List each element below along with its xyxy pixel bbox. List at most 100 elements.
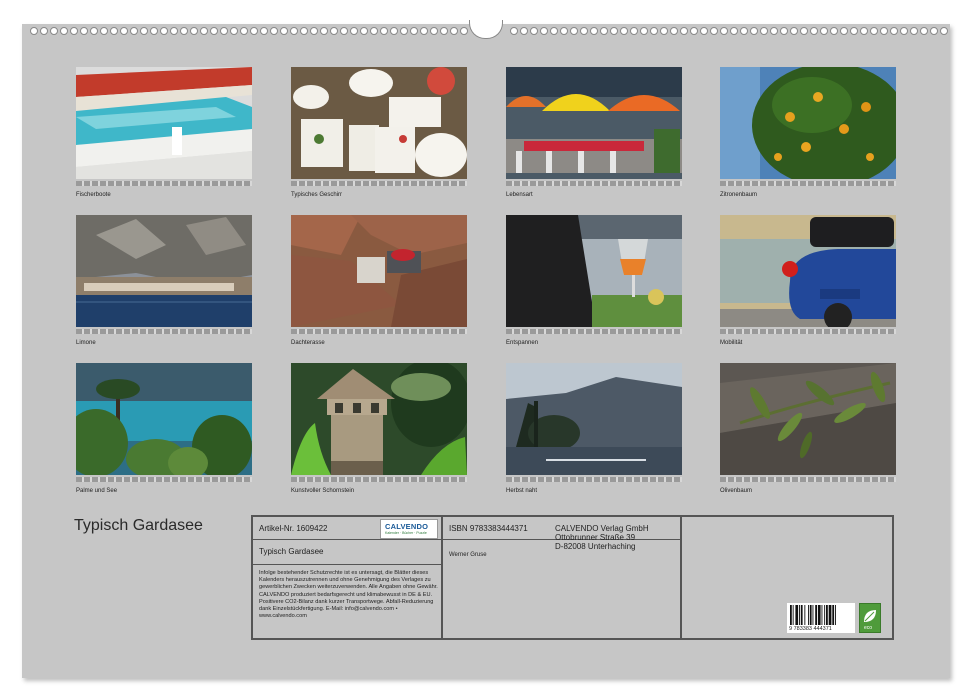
binding-ring — [200, 27, 208, 35]
caption: Limone — [76, 340, 96, 346]
photo-autumn-lake — [506, 363, 682, 475]
photo-vespa — [720, 215, 896, 327]
divider — [253, 564, 441, 565]
barcode-bar — [828, 605, 832, 625]
binding-ring — [840, 27, 848, 35]
binding-ring — [440, 27, 448, 35]
barcode-bar — [790, 605, 792, 625]
imprint-box: Artikel-Nr. 1609422 CALVENDO Kalender · … — [251, 515, 894, 640]
binding-ring — [940, 27, 948, 35]
barcode-bar — [826, 605, 828, 625]
binding-ring — [40, 27, 48, 35]
binding-ring — [460, 27, 468, 35]
barcode-bar — [812, 605, 814, 625]
calendar-strip — [291, 181, 467, 186]
binding-ring — [80, 27, 88, 35]
binding-ring — [890, 27, 898, 35]
photo-dishes — [291, 67, 467, 179]
binding-ring — [620, 27, 628, 35]
calendar-strip — [506, 181, 682, 186]
binding-ring — [60, 27, 68, 35]
divider — [441, 517, 443, 638]
binding-ring — [340, 27, 348, 35]
binding-ring — [660, 27, 668, 35]
calendar-name: Typisch Gardasee — [259, 547, 324, 556]
binding-ring — [700, 27, 708, 35]
binding-ring — [100, 27, 108, 35]
binding-ring — [390, 27, 398, 35]
caption: Fischerboote — [76, 192, 111, 198]
binding-ring — [560, 27, 568, 35]
barcode-bar — [815, 605, 817, 625]
binding-ring — [570, 27, 578, 35]
barcode-bar — [799, 605, 800, 625]
caption: Typisches Geschirr — [291, 192, 343, 198]
divider — [680, 517, 682, 638]
caption: Mobilität — [720, 340, 743, 346]
binding-ring — [160, 27, 168, 35]
binding-ring — [740, 27, 748, 35]
calendar-strip — [720, 477, 896, 482]
binding-ring — [630, 27, 638, 35]
binding-ring — [900, 27, 908, 35]
binding-ring — [880, 27, 888, 35]
binding-ring — [820, 27, 828, 35]
binding-ring — [360, 27, 368, 35]
binding-ring — [640, 27, 648, 35]
binding-ring — [170, 27, 178, 35]
calendar-strip — [291, 329, 467, 334]
publisher-street: Ottobrunner Straße 39 — [555, 533, 636, 542]
binding-ring — [860, 27, 868, 35]
binding-ring — [320, 27, 328, 35]
binding-ring — [690, 27, 698, 35]
barcode: 9 783383 444371 — [787, 603, 855, 633]
binding-ring — [400, 27, 408, 35]
binding-ring — [790, 27, 798, 35]
binding-ring — [930, 27, 938, 35]
photo-rooftops — [291, 215, 467, 327]
photo-lemon-tree — [720, 67, 896, 179]
barcode-number: 9 783383 444371 — [789, 626, 832, 632]
binding-ring — [240, 27, 248, 35]
author: Werner Gruse — [449, 552, 487, 558]
caption: Kunstvoller Schornstein — [291, 488, 355, 494]
binding-ring — [540, 27, 548, 35]
binding-ring — [410, 27, 418, 35]
barcode-bar — [824, 605, 826, 625]
eco-text: eco — [864, 625, 873, 631]
photo-olive-branch — [720, 363, 896, 475]
barcode-bar — [795, 605, 799, 625]
caption: Lebensart — [506, 192, 533, 198]
caption: Zitronenbaum — [720, 192, 758, 198]
isbn: ISBN 9783383444371 — [449, 524, 528, 533]
binding-ring — [250, 27, 258, 35]
binding-ring — [760, 27, 768, 35]
binding-ring — [650, 27, 658, 35]
barcode-bar — [809, 605, 812, 625]
binding-ring — [210, 27, 218, 35]
eco-label: eco — [859, 603, 881, 633]
binding-ring — [110, 27, 118, 35]
photo-limone-village — [76, 215, 252, 327]
binding-ring — [680, 27, 688, 35]
publisher-name: CALVENDO Verlag GmbH — [555, 524, 649, 533]
binding-ring — [730, 27, 738, 35]
binding-ring — [380, 27, 388, 35]
calendar-strip — [506, 477, 682, 482]
calendar-strip — [720, 329, 896, 334]
binding-ring — [70, 27, 78, 35]
binding-ring — [150, 27, 158, 35]
binding-ring — [600, 27, 608, 35]
photo-spritz — [506, 215, 682, 327]
binding-ring — [90, 27, 98, 35]
barcode-bar — [817, 605, 821, 625]
binding-ring — [420, 27, 428, 35]
binding-ring — [610, 27, 618, 35]
logo-text: CALVENDO — [385, 522, 429, 531]
barcode-bar — [808, 605, 809, 625]
binding-ring — [270, 27, 278, 35]
binding-ring — [350, 27, 358, 35]
binding-ring — [590, 27, 598, 35]
binding-ring — [870, 27, 878, 35]
logo-subtext: Kalender · Bücher · Puzzle — [385, 531, 427, 535]
